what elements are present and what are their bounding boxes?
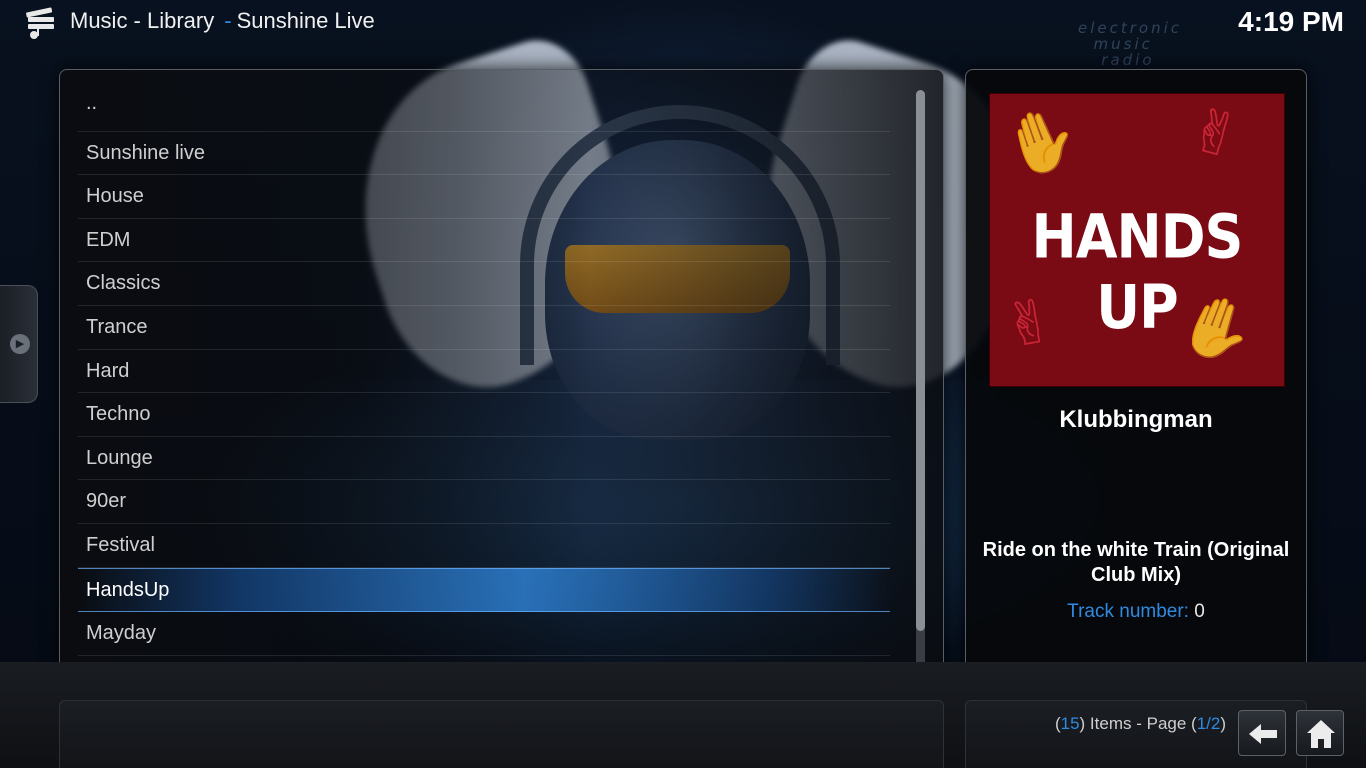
page-number: 1/2 <box>1196 714 1221 733</box>
list-item[interactable]: Lounge <box>78 437 890 481</box>
list-item[interactable]: EDM <box>78 219 890 263</box>
home-icon <box>1307 720 1335 748</box>
page-title: Music - Library - Sunshine Live <box>70 8 375 34</box>
list-item[interactable]: House <box>78 175 890 219</box>
parent-folder-item[interactable]: .. <box>78 88 890 132</box>
items-page-text: ) Items - Page ( <box>1079 714 1197 733</box>
list-item[interactable]: HandsUp <box>78 567 890 613</box>
list-item[interactable]: Hard <box>78 350 890 394</box>
section-label: Music - Library <box>70 8 215 33</box>
list-item[interactable]: Techno <box>78 393 890 437</box>
track-number-label: Track number: <box>1067 601 1189 622</box>
artist-name: Klubbingman <box>1059 406 1213 433</box>
clock: 4:19 PM <box>1238 6 1344 37</box>
list-item[interactable]: Festival <box>78 524 890 568</box>
info-panel: ✋ ✌ ✌ ✋ HANDS UP Klubbingman Ride on the… <box>965 69 1307 697</box>
list-item[interactable]: Sunshine live <box>78 132 890 176</box>
item-count-close-paren: ) <box>1220 714 1226 733</box>
item-count-number: 15 <box>1060 714 1080 733</box>
album-cover: ✋ ✌ ✌ ✋ HANDS UP <box>989 93 1285 387</box>
track-number-value: 0 <box>1194 601 1205 622</box>
hand-icon: ✌ <box>1182 94 1249 173</box>
list-item[interactable]: 90er <box>78 480 890 524</box>
shelf-left <box>59 700 944 768</box>
home-button[interactable] <box>1296 710 1344 756</box>
music-library-icon <box>24 6 58 40</box>
location-label: Sunshine Live <box>236 8 375 33</box>
file-list-panel: .. Sunshine live House EDM Classics Trance Har… <box>59 69 944 700</box>
file-list: .. Sunshine live House EDM Classics Trance Har… <box>78 88 890 700</box>
list-item[interactable]: Mayday <box>78 612 890 656</box>
chevron-right-icon: ▶ <box>10 334 30 354</box>
item-count: (15) Items - Page (1/2) <box>1055 714 1226 734</box>
hand-icon: ✋ <box>994 97 1088 186</box>
list-item[interactable]: Classics <box>78 262 890 306</box>
back-button[interactable] <box>1238 710 1286 756</box>
list-item[interactable]: Trance <box>78 306 890 350</box>
title-separator: - <box>224 8 232 33</box>
track-title: Ride on the white Train (Original Club M… <box>982 539 1290 586</box>
track-number: Track number: 0 <box>966 601 1306 623</box>
side-menu-handle[interactable]: ▶ <box>0 285 38 403</box>
back-arrow-icon <box>1249 724 1277 744</box>
cover-title: HANDS UP <box>1031 201 1244 343</box>
list-scrollbar[interactable] <box>916 90 925 672</box>
scrollbar-thumb[interactable] <box>916 90 925 632</box>
